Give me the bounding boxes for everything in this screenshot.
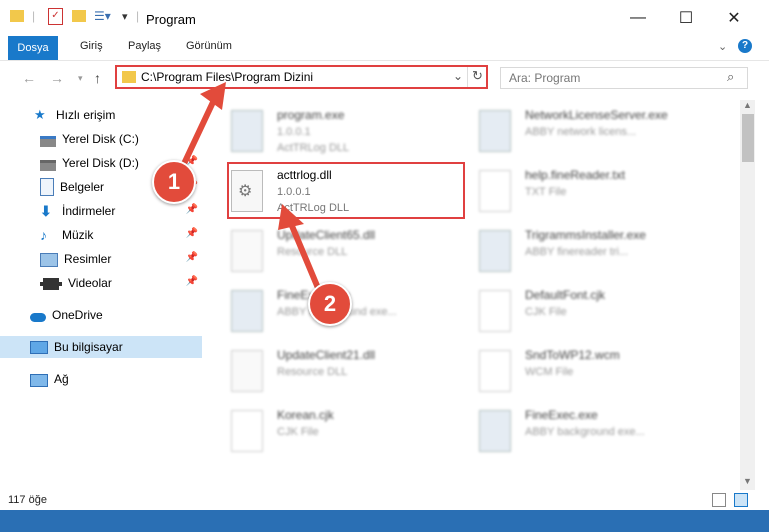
explorer-window: | ✓ ☰▾ ▾ | Program — ☐ ✕ Dosya Giriş Pay… bbox=[0, 0, 769, 532]
annotation-arrows bbox=[179, 82, 321, 290]
item-count: 117 öğe bbox=[8, 494, 47, 506]
arrow-2-line bbox=[289, 224, 321, 290]
details-view-icon[interactable] bbox=[712, 493, 726, 507]
taskbar bbox=[0, 510, 769, 532]
annotation-badge-2: 2 bbox=[308, 282, 352, 326]
status-bar: 117 öğe bbox=[0, 490, 769, 510]
arrow-1-line bbox=[179, 98, 217, 170]
annotation-badge-1: 1 bbox=[152, 160, 196, 204]
large-icons-view-icon[interactable] bbox=[734, 493, 748, 507]
arrow-2-head bbox=[278, 204, 304, 230]
